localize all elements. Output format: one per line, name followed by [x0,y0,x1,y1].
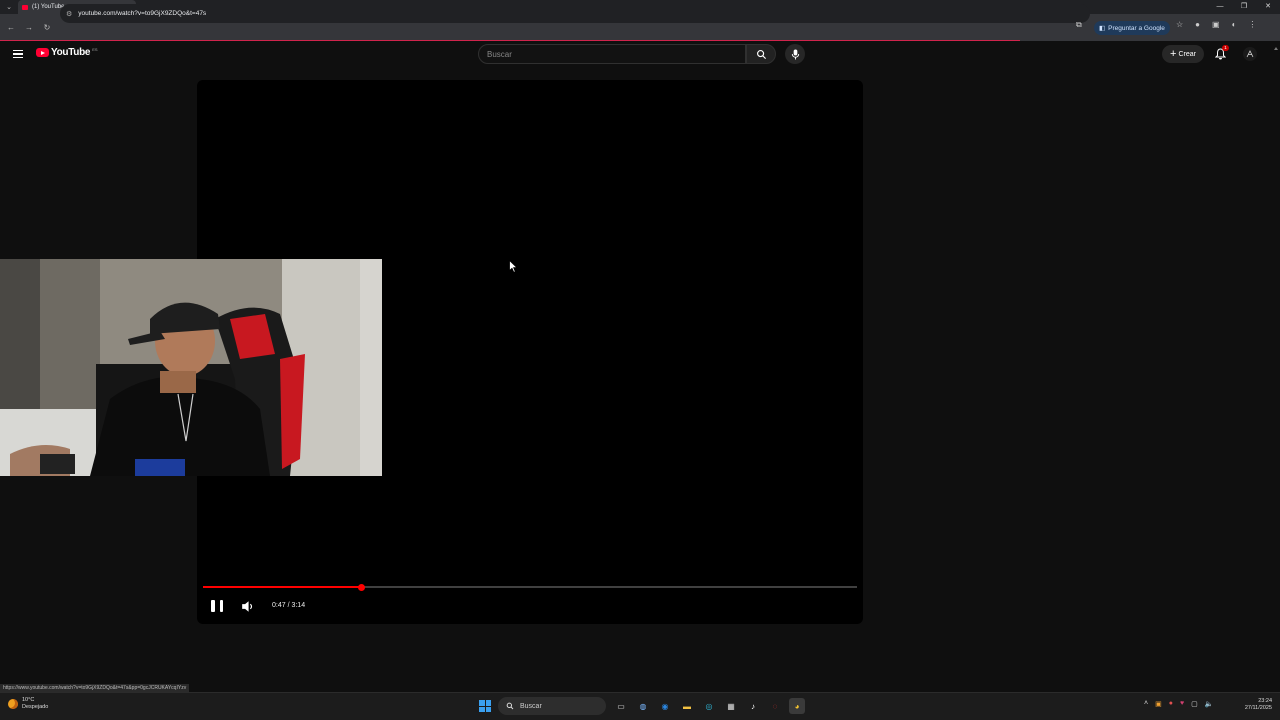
scroll-up-arrow-icon[interactable] [1274,44,1278,50]
forward-arrow-icon[interactable]: → [20,23,38,32]
plus-icon: + [1170,48,1177,60]
youtube-favicon-icon [22,4,28,10]
webcam-feed-image [0,259,382,476]
cast-icon[interactable]: ⧉ [1076,20,1082,30]
weather-desc: Despejado [22,704,49,710]
weather-widget[interactable]: 10°C Despejado [8,697,48,711]
google-lens-icon: ◧ [1099,25,1106,32]
progress-scrubber-handle[interactable] [357,583,365,591]
back-arrow-icon[interactable]: ← [2,23,20,32]
file-explorer-icon[interactable]: ▬ [679,698,695,714]
taskbar-search-label: Buscar [520,702,542,710]
cast-area: ⧉ [1076,20,1082,30]
voice-search-button[interactable] [785,44,805,64]
speaker-icon[interactable]: 🔈 [1205,700,1214,708]
search-icon [756,49,766,59]
copilot-icon[interactable]: ◍ [635,698,651,714]
restore-window-icon[interactable]: ❐ [1232,0,1256,14]
country-code: ES [92,46,98,52]
minimize-window-icon[interactable]: — [1208,0,1232,14]
youtube-masthead: YouTube ES Buscar + Crear 1 [0,42,1280,66]
address-bar[interactable]: ⚙ youtube.com/watch?v=to9GjX9ZDQo&t=47s [60,4,1090,23]
outlook-icon[interactable]: ◉ [657,698,673,714]
taskbar-search-box[interactable]: Buscar [498,697,606,715]
browser-right-toolbar: ☆ ● ▣ ◐ ⋮ [1176,20,1256,29]
tab-search-chevron-icon[interactable]: ⌄ [0,0,18,14]
ask-google-button[interactable]: ◧ Preguntar a Google [1094,21,1170,35]
browser-menu-icon[interactable]: ⋮ [1248,20,1256,29]
notifications-button[interactable]: 1 [1212,45,1229,62]
youtube-logo[interactable]: YouTube ES [36,47,98,58]
windows-taskbar: 10°C Despejado Buscar ▭ ◍ ◉ ▬ ◎ ▦ ♪ ◌ ◕ … [0,692,1280,720]
windows-start-icon[interactable] [479,700,491,712]
volume-button[interactable] [241,600,255,613]
avatar-icon [1246,50,1254,58]
create-label: Crear [1178,50,1196,58]
clock-date: 27/11/2025 [1244,705,1272,711]
system-tray: ˄ ▣ ● ♥ ▢ 🔈 [1144,700,1213,708]
search-button[interactable] [746,44,776,64]
taskbar-clock[interactable]: 23:24 27/11/2025 [1236,698,1272,712]
create-button[interactable]: + Crear [1162,45,1204,63]
recording-app-icon[interactable]: ◌ [767,698,783,714]
progress-bar[interactable] [203,583,857,591]
page-scrollbar[interactable] [1272,42,1280,692]
show-hidden-icons-chevron-icon[interactable]: ˄ [1144,700,1148,708]
search-input[interactable]: Buscar [478,44,746,64]
guide-menu-icon[interactable] [13,50,23,58]
moon-weather-icon [8,699,18,709]
pause-button[interactable] [211,600,223,613]
volume-icon [242,601,253,612]
time-display: 0:47 / 3:14 [272,602,306,609]
tray-app-2-icon[interactable]: ● [1169,700,1173,708]
chrome-icon[interactable]: ◕ [789,698,805,714]
clock-time: 23:24 [1258,698,1272,704]
site-info-icon[interactable]: ⚙ [66,10,72,18]
status-bar-url: https://www.youtube.com/watch?v=to9GjX9Z… [0,684,190,692]
profile-icon[interactable]: ◐ [1232,20,1237,29]
close-window-icon[interactable]: ✕ [1256,0,1280,14]
youtube-play-logo-icon [36,48,49,57]
task-view-icon[interactable]: ▭ [613,698,629,714]
page-load-progress [0,40,1020,41]
tiktok-icon[interactable]: ♪ [745,698,761,714]
notification-badge: 1 [1222,45,1229,51]
progress-played [203,586,362,588]
tray-app-icon[interactable]: ▣ [1155,700,1162,708]
reload-icon[interactable]: ↻ [38,23,56,32]
youtube-wordmark: YouTube [51,47,91,58]
extensions-puzzle-icon[interactable]: ▣ [1212,20,1220,29]
taskbar-search-icon [506,702,514,710]
account-avatar[interactable] [1243,47,1257,61]
mouse-cursor-icon [509,260,518,273]
ask-google-label: Preguntar a Google [1108,24,1165,32]
network-icon[interactable]: ▢ [1191,700,1198,708]
weather-temp: 10°C [22,697,35,703]
address-bar-url: youtube.com/watch?v=to9GjX9ZDQo&t=47s [78,10,207,17]
extension-icon[interactable]: ● [1195,20,1200,29]
edge-icon[interactable]: ◎ [701,698,717,714]
tray-app-3-icon[interactable]: ♥ [1180,700,1184,708]
webcam-overlay [0,259,382,476]
microphone-icon [791,48,799,60]
bookmark-star-icon[interactable]: ☆ [1176,20,1183,29]
store-icon[interactable]: ▦ [723,698,739,714]
